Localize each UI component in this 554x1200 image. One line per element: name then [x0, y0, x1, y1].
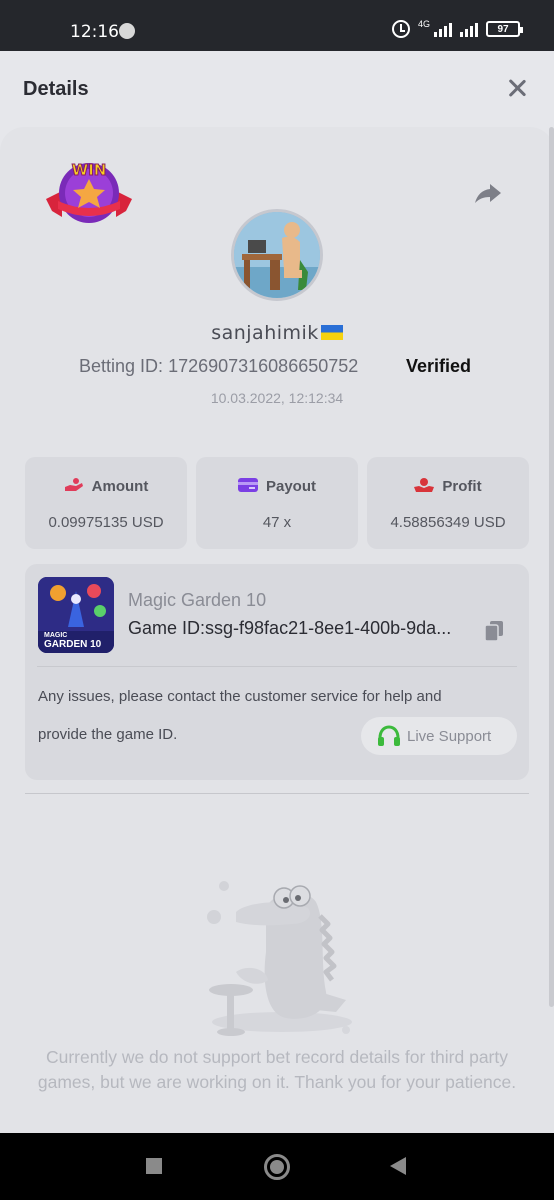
- details-sheet: WIN sanjahimik Betting ID: 1726907316086…: [0, 127, 554, 1133]
- game-id-label: Game ID:: [128, 618, 206, 638]
- scrollbar[interactable]: [549, 127, 554, 1007]
- clock: 12:16: [70, 22, 119, 42]
- system-nav-bar: [0, 1133, 554, 1200]
- stat-label-text: Payout: [265, 478, 316, 495]
- battery-level: 97: [497, 23, 509, 35]
- betting-id-value: 1726907316086650752: [168, 356, 359, 376]
- stat-value: 0.09975135 USD: [48, 514, 164, 531]
- thumb-text-2: GARDEN 10: [44, 639, 102, 650]
- stat-label: Payout: [196, 477, 358, 495]
- divider: [37, 666, 517, 667]
- headset-icon: [378, 725, 400, 746]
- game-id: Game ID:ssg-f98fac21-8ee1-400b-9da...: [128, 618, 451, 639]
- stat-label: Profit: [367, 477, 529, 495]
- status-icons: 4G 97: [391, 19, 523, 38]
- network-type: 4G: [417, 19, 430, 29]
- live-support-button[interactable]: Live Support: [361, 717, 517, 755]
- game-card: MAGIC GARDEN 10 Magic Garden 10 Game ID:…: [25, 564, 529, 780]
- share-icon[interactable]: [474, 182, 502, 204]
- username: sanjahimik: [0, 322, 554, 344]
- win-badge-icon: WIN: [46, 161, 132, 223]
- page-title: Details: [23, 78, 89, 100]
- stat-card-profit: Profit 4.58856349 USD: [367, 457, 529, 549]
- card-icon: [237, 478, 258, 492]
- signal-icon-2: [460, 21, 478, 37]
- empty-state-message: Currently we do not support bet record d…: [37, 1047, 517, 1092]
- username-text: sanjahimik: [211, 322, 319, 344]
- betting-id-label: Betting ID:: [79, 356, 164, 376]
- stat-card-amount: Amount 0.09975135 USD: [25, 457, 187, 549]
- crocodile-illustration: [207, 881, 352, 1036]
- details-header: Details: [0, 51, 554, 127]
- coin-hand-icon: [414, 478, 435, 492]
- game-thumbnail[interactable]: MAGIC GARDEN 10: [38, 577, 114, 653]
- alarm-icon: [391, 20, 410, 38]
- stat-label-text: Profit: [442, 478, 482, 495]
- stat-label-text: Amount: [91, 478, 149, 495]
- stat-value: 4.58856349 USD: [390, 514, 506, 531]
- win-text: WIN: [72, 161, 107, 179]
- back-icon[interactable]: [390, 1157, 406, 1175]
- close-icon[interactable]: [506, 77, 528, 99]
- home-icon[interactable]: [264, 1154, 290, 1180]
- verified-badge: Verified: [406, 356, 472, 376]
- notification-icon: [119, 23, 135, 39]
- bet-date: 10.03.2022, 12:12:34: [210, 390, 344, 406]
- stat-card-payout: Payout 47 x: [196, 457, 358, 549]
- support-notice-line-2: provide the game ID.: [38, 726, 178, 743]
- thumb-text-1: MAGIC: [44, 632, 67, 639]
- status-bar: 12:16 4G 97: [0, 0, 554, 51]
- game-name: Magic Garden 10: [128, 590, 267, 610]
- copy-icon[interactable]: [485, 621, 503, 641]
- money-hand-icon: [64, 478, 83, 491]
- betting-id: Betting ID: 1726907316086650752: [79, 356, 358, 377]
- game-id-value: ssg-f98fac21-8ee1-400b-9da...: [205, 618, 452, 638]
- support-notice-line-1: Any issues, please contact the customer …: [38, 688, 442, 705]
- signal-icon: [434, 21, 452, 37]
- stat-label: Amount: [25, 477, 187, 495]
- live-support-label: Live Support: [407, 727, 492, 745]
- section-divider: [25, 793, 529, 794]
- avatar: [231, 209, 323, 301]
- battery-icon: 97: [486, 21, 523, 37]
- recents-icon[interactable]: [146, 1158, 162, 1174]
- ukraine-flag-icon: [320, 325, 343, 340]
- stat-value: 47 x: [262, 514, 292, 531]
